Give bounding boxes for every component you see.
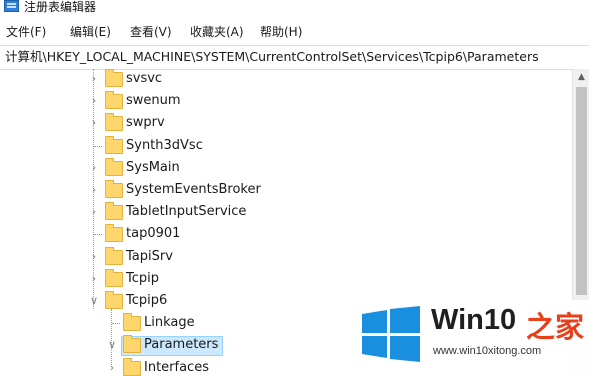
tree-item[interactable]: › TabletInputService	[0, 202, 572, 224]
menu-help[interactable]: 帮助(H)	[260, 23, 302, 40]
chevron-right-icon[interactable]: ›	[88, 95, 100, 107]
folder-icon	[105, 113, 123, 131]
watermark: Win10 之家 www.win10xitong.com	[355, 300, 589, 376]
chevron-right-icon[interactable]: ›	[88, 162, 100, 174]
tree-item-label: Synth3dVsc	[126, 138, 203, 153]
chevron-right-icon[interactable]: ›	[88, 184, 100, 196]
scroll-thumb[interactable]	[576, 87, 587, 295]
scroll-up-arrow-icon[interactable]: ▲	[573, 69, 589, 86]
title-bar: 注册表编辑器	[0, 0, 589, 20]
folder-icon	[105, 247, 123, 265]
folder-icon	[123, 358, 141, 376]
address-path: 计算机\HKEY_LOCAL_MACHINE\SYSTEM\CurrentCon…	[5, 49, 539, 64]
tree-item-label: tap0901	[126, 226, 181, 241]
chevron-right-icon[interactable]: ›	[106, 362, 118, 374]
menu-favorites[interactable]: 收藏夹(A)	[190, 23, 244, 40]
folder-icon	[105, 136, 123, 154]
chevron-right-icon[interactable]: ›	[88, 73, 100, 85]
folder-icon	[123, 313, 141, 331]
tree-item-label: Tcpip6	[126, 293, 168, 308]
tree-item-label: TapiSrv	[126, 249, 173, 264]
tree-item-label: swprv	[126, 115, 165, 130]
chevron-right-icon[interactable]: ›	[88, 206, 100, 218]
tree-item-label: SystemEventsBroker	[126, 182, 261, 197]
window-title: 注册表编辑器	[24, 0, 97, 14]
folder-icon	[105, 158, 123, 176]
tree-item-label: Tcpip	[126, 271, 159, 286]
tree-item[interactable]: tap0901	[0, 224, 572, 246]
tree-item[interactable]: Synth3dVsc	[0, 136, 572, 158]
tree-item[interactable]: › swprv	[0, 113, 572, 135]
address-bar[interactable]: 计算机\HKEY_LOCAL_MACHINE\SYSTEM\CurrentCon…	[0, 45, 589, 70]
tree-item[interactable]: › swenum	[0, 91, 572, 113]
tree-item[interactable]: › TapiSrv	[0, 247, 572, 269]
watermark-brand-suffix: 之家	[526, 312, 585, 344]
tree-item-label: Parameters	[144, 337, 219, 352]
folder-icon	[105, 224, 123, 242]
tree-guide-line	[94, 146, 102, 147]
chevron-right-icon[interactable]: ›	[88, 251, 100, 263]
folder-icon	[105, 291, 123, 309]
folder-icon	[105, 269, 123, 287]
tree-item-label: Interfaces	[144, 360, 209, 375]
chevron-right-icon[interactable]: ›	[88, 273, 100, 285]
tree-guide-line	[112, 323, 120, 324]
registry-editor-icon	[4, 0, 19, 12]
folder-icon	[105, 69, 123, 87]
chevron-right-icon[interactable]: ›	[88, 117, 100, 129]
menu-bar: 文件(F) 编辑(E) 查看(V) 收藏夹(A) 帮助(H)	[0, 20, 589, 42]
menu-edit[interactable]: 编辑(E)	[70, 23, 111, 40]
tree-item-label: SysMain	[126, 160, 180, 175]
menu-file[interactable]: 文件(F)	[6, 23, 46, 40]
tree-item-label: Linkage	[144, 315, 195, 330]
watermark-brand: Win10	[431, 304, 517, 336]
folder-icon	[105, 91, 123, 109]
tree-guide-line	[94, 234, 102, 235]
tree-item[interactable]: › Tcpip	[0, 269, 572, 291]
tree-item[interactable]: › svsvc	[0, 69, 572, 91]
chevron-down-icon[interactable]: ∨	[88, 295, 100, 307]
chevron-down-icon[interactable]: ∨	[106, 339, 118, 351]
folder-icon	[123, 335, 141, 353]
folder-icon	[105, 180, 123, 198]
tree-item[interactable]: › SystemEventsBroker	[0, 180, 572, 202]
windows-logo-icon	[362, 306, 420, 362]
tree-item-label: svsvc	[126, 71, 163, 86]
tree-item-label: swenum	[126, 93, 181, 108]
tree-item[interactable]: › SysMain	[0, 158, 572, 180]
tree-item-label: TabletInputService	[126, 204, 247, 219]
folder-icon	[105, 202, 123, 220]
watermark-url: www.win10xitong.com	[433, 345, 542, 357]
menu-view[interactable]: 查看(V)	[130, 23, 172, 40]
